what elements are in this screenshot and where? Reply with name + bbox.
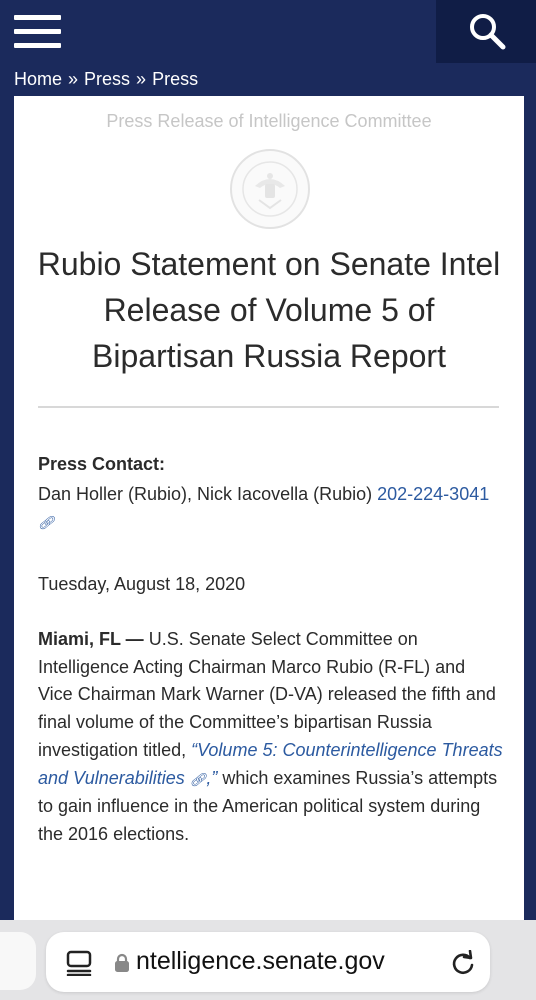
url-text: ntelligence.senate.gov bbox=[136, 947, 385, 975]
press-contact-phone: 202-224-3041 bbox=[377, 484, 490, 504]
page-title: Rubio Statement on Senate Intel Release … bbox=[37, 246, 501, 374]
browser-toolbar: ntelligence.senate.gov bbox=[0, 920, 536, 1000]
hamburger-menu-icon[interactable] bbox=[0, 0, 76, 63]
dateline: Miami, FL — bbox=[38, 629, 144, 649]
search-button[interactable] bbox=[436, 0, 536, 63]
press-contact: Dan Holler (Rubio), Nick Iacovella (Rubi… bbox=[38, 481, 508, 536]
breadcrumb-separator: » bbox=[68, 69, 79, 89]
address-bar[interactable]: ntelligence.senate.gov bbox=[46, 932, 490, 992]
breadcrumb-separator: » bbox=[136, 69, 147, 89]
breadcrumb: Home» Press» Press bbox=[14, 68, 198, 90]
lock-icon bbox=[115, 953, 129, 972]
search-icon bbox=[470, 14, 506, 50]
breadcrumb-current: Press bbox=[152, 69, 199, 89]
divider bbox=[38, 406, 499, 408]
press-contact-names: Dan Holler (Rubio), Nick Iacovella (Rubi… bbox=[38, 484, 378, 504]
external-link-icon: 🔗︎ bbox=[38, 515, 55, 530]
article-kicker: Press Release of Intelligence Committee bbox=[106, 111, 432, 131]
external-link-icon: 🔗︎ bbox=[189, 771, 207, 787]
previous-tab[interactable] bbox=[0, 932, 36, 990]
volume-5-link-close: ,” bbox=[206, 767, 218, 788]
article-card: Press Release of Intelligence Committee … bbox=[14, 96, 524, 930]
reload-icon[interactable] bbox=[450, 950, 476, 976]
site-header bbox=[0, 0, 536, 63]
senate-seal-icon bbox=[230, 149, 310, 229]
press-contact-label: Press Contact: bbox=[38, 454, 166, 474]
breadcrumb-press-link[interactable]: Press bbox=[84, 69, 130, 89]
breadcrumb-home-link[interactable]: Home bbox=[14, 69, 62, 89]
reader-mode-icon[interactable] bbox=[66, 950, 94, 976]
article-date: Tuesday, August 18, 2020 bbox=[38, 574, 246, 594]
article-body: Miami, FL — U.S. Senate Select Committee… bbox=[38, 626, 504, 849]
